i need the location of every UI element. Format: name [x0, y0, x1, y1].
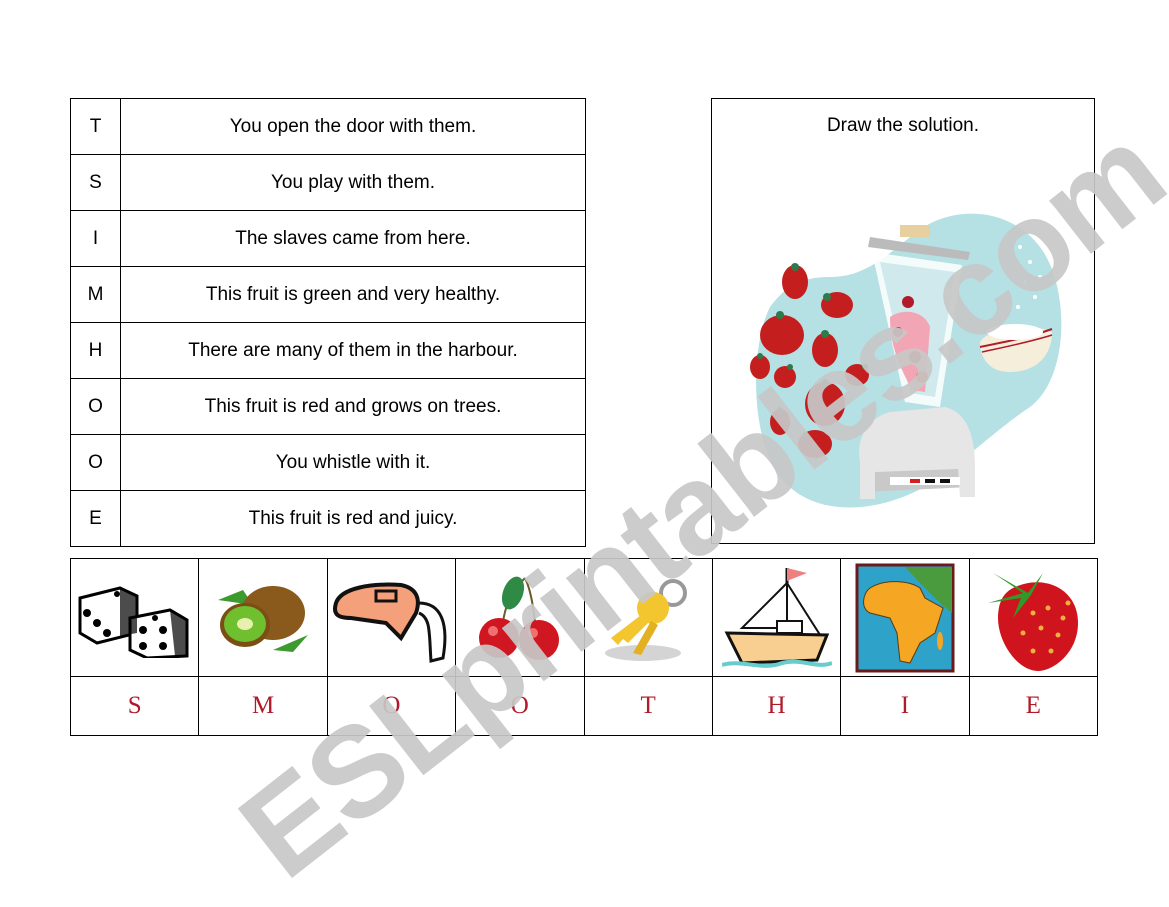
- clue-text: This fruit is green and very healthy.: [120, 266, 586, 323]
- clue-text: This fruit is red and grows on trees.: [120, 378, 586, 435]
- clue-text: There are many of them in the harbour.: [120, 322, 586, 379]
- clue-letter: O: [70, 378, 121, 435]
- clue-row: O This fruit is red and grows on trees.: [70, 378, 586, 435]
- clue-letter: M: [70, 266, 121, 323]
- smoothie-blender-illustration: [750, 213, 1062, 508]
- clue-row: I The slaves came from here.: [70, 210, 586, 267]
- picture-cell: [198, 558, 328, 677]
- letter-row: S M O O T H I E: [69, 676, 1099, 736]
- clue-row: H There are many of them in the harbour.: [70, 322, 586, 379]
- clue-row: T You open the door with them.: [70, 98, 586, 155]
- africa-map-icon: [855, 563, 955, 672]
- clue-letter: I: [70, 210, 121, 267]
- strawberry-icon: [988, 572, 1079, 671]
- solution-letter: I: [840, 676, 970, 736]
- solution-title: Draw the solution.: [826, 115, 980, 136]
- solution-letter: M: [198, 676, 328, 736]
- picture-cell: [455, 558, 585, 677]
- picture-cell: [968, 558, 1099, 677]
- clue-table: T You open the door with them. S You play …: [70, 98, 586, 547]
- solution-letter: O: [326, 676, 457, 736]
- clue-letter: E: [70, 490, 121, 547]
- picture-cell: [840, 558, 970, 677]
- picture-cell: [711, 558, 842, 677]
- solution-letter: O: [455, 676, 585, 736]
- clue-text: The slaves came from here.: [120, 210, 586, 267]
- boat-icon: [721, 567, 832, 668]
- clue-row: M This fruit is green and very healthy.: [70, 266, 586, 323]
- clue-letter: O: [70, 434, 121, 491]
- keys-icon: [605, 578, 688, 661]
- picture-table: S M O O T H I E: [69, 558, 1099, 736]
- picture-row: [69, 558, 1099, 677]
- clue-letter: T: [70, 98, 121, 155]
- clue-text: This fruit is red and juicy.: [120, 490, 586, 547]
- clue-text: You open the door with them.: [120, 98, 586, 155]
- clue-letter: S: [70, 154, 121, 211]
- clue-letter: H: [70, 322, 121, 379]
- solution-box: Draw the solution.: [711, 98, 1095, 544]
- whistle-icon: [333, 582, 447, 663]
- dice-icon: [78, 585, 189, 658]
- clue-row: E This fruit is red and juicy.: [70, 490, 586, 547]
- picture-cell: [583, 558, 713, 677]
- solution-letter: H: [711, 676, 842, 736]
- clue-text: You whistle with it.: [120, 434, 586, 491]
- clue-text: You play with them.: [120, 154, 586, 211]
- solution-letter: S: [69, 676, 200, 736]
- solution-letter: E: [968, 676, 1099, 736]
- kiwi-icon: [218, 586, 309, 652]
- clue-row: S You play with them.: [70, 154, 586, 211]
- picture-cell: [69, 558, 200, 677]
- solution-letter: T: [583, 676, 713, 736]
- cherries-icon: [478, 576, 559, 660]
- picture-cell: [326, 558, 457, 677]
- clue-row: O You whistle with it.: [70, 434, 586, 491]
